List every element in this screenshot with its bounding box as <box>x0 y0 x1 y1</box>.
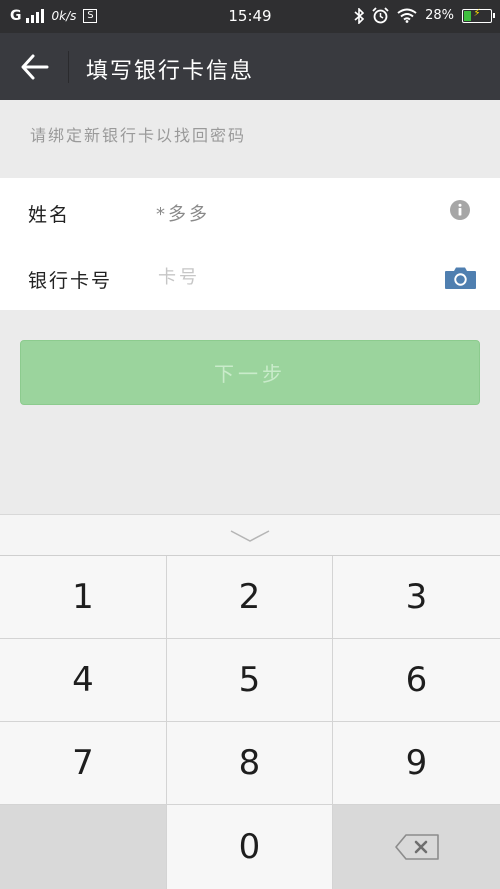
app-header: 填写银行卡信息 <box>0 33 500 100</box>
page-title: 填写银行卡信息 <box>86 59 255 84</box>
key-7[interactable]: 7 <box>0 722 167 805</box>
key-2[interactable]: 2 <box>167 556 333 639</box>
back-arrow-icon[interactable] <box>20 53 50 81</box>
alarm-icon <box>372 7 389 24</box>
card-number-row: 银行卡号 <box>0 244 500 310</box>
key-0[interactable]: 0 <box>167 805 333 889</box>
name-label: 姓名 <box>28 204 71 226</box>
key-5[interactable]: 5 <box>167 639 333 722</box>
battery-icon: ⚡ <box>462 7 495 23</box>
card-info-form: 姓名 *多多 银行卡号 <box>0 178 500 310</box>
bluetooth-icon <box>354 7 365 24</box>
key-3[interactable]: 3 <box>333 556 500 639</box>
name-value: *多多 <box>156 204 210 225</box>
name-row: 姓名 *多多 <box>0 178 500 244</box>
camera-icon[interactable] <box>444 266 477 290</box>
bind-card-hint: 请绑定新银行卡以找回密码 <box>30 126 247 145</box>
header-divider <box>68 51 69 83</box>
next-step-button[interactable]: 下一步 <box>20 340 480 405</box>
keyboard-toolbar <box>0 514 500 556</box>
status-right: 28% ⚡ <box>354 7 495 24</box>
key-6[interactable]: 6 <box>333 639 500 722</box>
key-4[interactable]: 4 <box>0 639 167 722</box>
key-1[interactable]: 1 <box>0 556 167 639</box>
chevron-down-icon[interactable] <box>230 529 270 543</box>
wifi-icon <box>397 8 417 23</box>
key-8[interactable]: 8 <box>167 722 333 805</box>
card-number-input[interactable] <box>158 258 418 296</box>
status-bar: G 0k/s S 15:49 28% ⚡ <box>0 0 500 33</box>
numeric-keypad: 1 2 3 4 5 6 7 8 9 0 <box>0 556 500 889</box>
info-icon[interactable] <box>450 200 470 220</box>
battery-percent: 28% <box>425 8 454 23</box>
key-delete[interactable] <box>333 805 500 889</box>
card-number-label: 银行卡号 <box>28 270 113 292</box>
key-blank <box>0 805 167 889</box>
charging-icon: ⚡ <box>473 7 481 19</box>
key-9[interactable]: 9 <box>333 722 500 805</box>
backspace-icon <box>394 834 439 860</box>
